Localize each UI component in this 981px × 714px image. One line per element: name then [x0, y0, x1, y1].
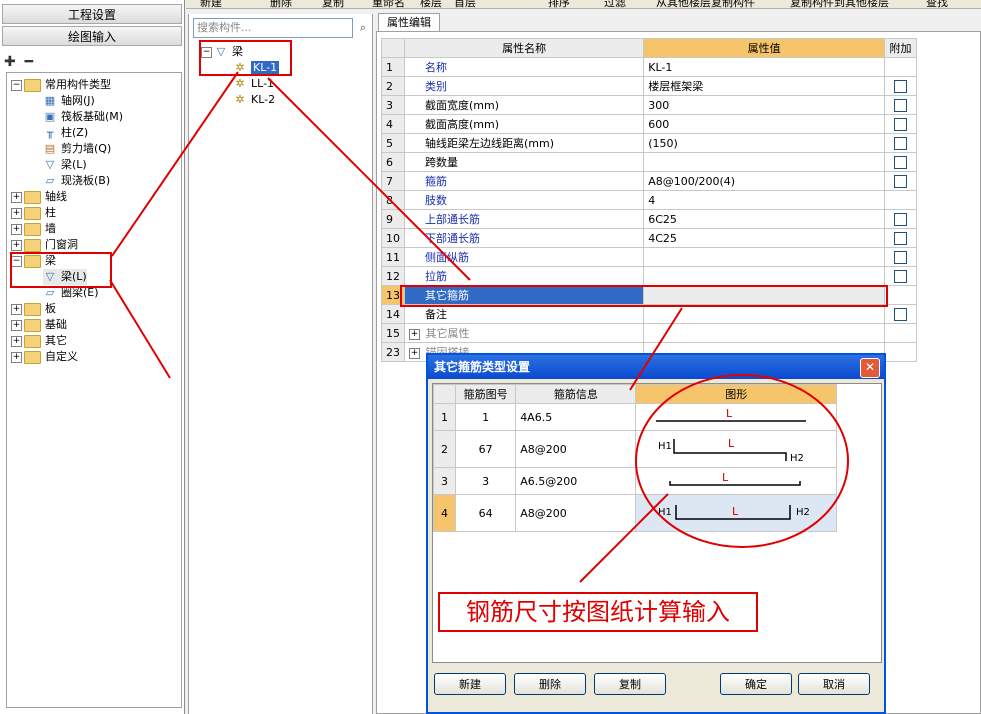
highlight-ellipse: [635, 374, 849, 548]
arrow-tree-down: [109, 279, 171, 379]
annotation-note: 钢筋尺寸按图纸计算输入: [438, 592, 758, 632]
arrow-note-to-shape: [579, 493, 669, 583]
arrow-to-kl1: [111, 71, 239, 257]
arrow-kl1-to-row: [267, 77, 471, 281]
arrow-row-to-dialog: [629, 307, 683, 391]
arrow-lines: [109, 71, 849, 583]
